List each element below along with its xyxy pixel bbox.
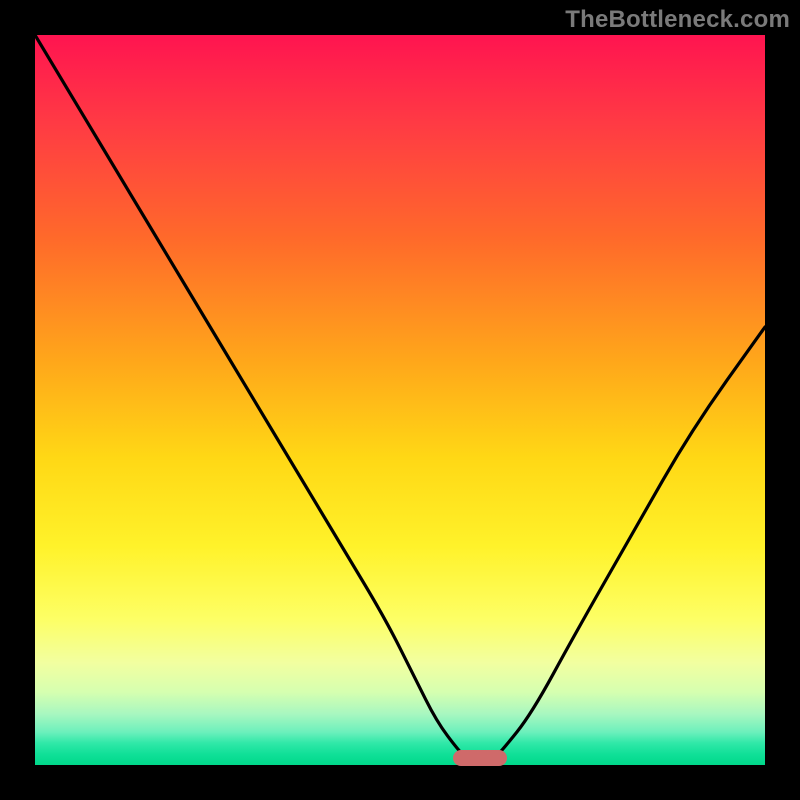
chart-plot-area: [35, 35, 765, 765]
bottleneck-curve: [35, 35, 765, 765]
optimal-marker: [453, 750, 507, 766]
watermark-text: TheBottleneck.com: [565, 6, 790, 34]
